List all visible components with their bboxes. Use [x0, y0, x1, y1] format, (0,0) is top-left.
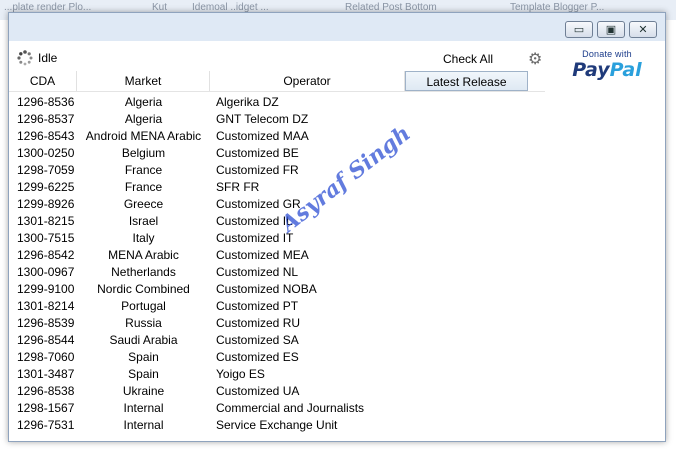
table-row[interactable]: 1296-8544 Saudi Arabia Customized SA [9, 332, 545, 349]
table-row[interactable]: 1298-7059 France Customized FR [9, 162, 545, 179]
cell-cda: 1296-8539 [17, 316, 75, 330]
cell-operator: Customized IT [216, 231, 294, 245]
cell-operator: Yoigo ES [216, 367, 265, 381]
paypal-logo: PayPal [572, 59, 642, 81]
cell-cda: 1300-0250 [17, 146, 75, 160]
table-header: CDA Market Operator Latest Release [9, 71, 545, 92]
table-row[interactable]: 1296-8543 Android MENA Arabic Customized M… [9, 128, 545, 145]
cell-market: Saudi Arabia [109, 333, 178, 347]
column-header-operator[interactable]: Operator [210, 71, 405, 91]
cell-cda: 1296-8542 [17, 248, 75, 262]
cell-market: Internal [123, 418, 164, 432]
table-row[interactable]: 1296-8536 Algeria Algerika DZ [9, 94, 545, 111]
table-row[interactable]: 1296-7531 Internal Service Exchange Unit [9, 417, 545, 434]
cell-cda: 1300-7515 [17, 231, 75, 245]
cell-market: Greece [123, 197, 164, 211]
cell-market: Netherlands [111, 265, 176, 279]
table-row[interactable]: 1296-8538 Ukraine Customized UA [9, 383, 545, 400]
cell-market: MENA Arabic [108, 248, 179, 262]
title-bar: ▭ ▣ ✕ [9, 13, 665, 41]
cell-cda: 1301-3487 [17, 367, 75, 381]
cell-market: Italy [132, 231, 155, 245]
table-row[interactable]: 1296-8542 MENA Arabic Customized MEA [9, 247, 545, 264]
cell-cda: 1298-7059 [17, 163, 75, 177]
cell-cda: 1299-8926 [17, 197, 75, 211]
cell-operator: Customized RU [216, 316, 301, 330]
minimize-icon: ▭ [573, 23, 585, 36]
cell-cda: 1296-7531 [17, 418, 75, 432]
cell-operator: Customized ES [216, 350, 299, 364]
cell-cda: 1296-8537 [17, 112, 75, 126]
cell-operator: Customized NL [216, 265, 299, 279]
table-row[interactable]: 1301-3487 Spain Yoigo ES [9, 366, 545, 383]
table-body: 1296-8536 Algeria Algerika DZ 1296-8537 Alge… [9, 94, 545, 434]
table-row[interactable]: 1299-8926 Greece Customized GR [9, 196, 545, 213]
column-header-market[interactable]: Market [77, 71, 210, 91]
cell-market: Nordic Combined [97, 282, 190, 296]
check-all-link[interactable]: Check All [443, 52, 493, 66]
cell-cda: 1299-9100 [17, 282, 75, 296]
cell-cda: 1296-8544 [17, 333, 75, 347]
column-header-cda[interactable]: CDA [9, 71, 77, 91]
status-label: Idle [38, 51, 58, 65]
cell-cda: 1298-7060 [17, 350, 75, 364]
cell-operator: Algerika DZ [216, 95, 279, 109]
table-row[interactable]: 1300-0967 Netherlands Customized NL [9, 264, 545, 281]
spinner-icon [17, 50, 33, 66]
cell-operator: Customized UA [216, 384, 300, 398]
table-row[interactable]: 1296-8537 Algeria GNT Telecom DZ [9, 111, 545, 128]
cell-market: Russia [125, 316, 162, 330]
close-button[interactable]: ✕ [629, 21, 657, 38]
minimize-button[interactable]: ▭ [565, 21, 593, 38]
cell-market: Israel [128, 214, 159, 228]
table-row[interactable]: 1299-6225 France SFR FR [9, 179, 545, 196]
cell-market: Internal [123, 401, 164, 415]
cell-market: France [124, 163, 163, 177]
cell-cda: 1298-1567 [17, 401, 75, 415]
table-row[interactable]: 1296-8539 Russia Customized RU [9, 315, 545, 332]
paypal-donate-button[interactable]: Donate with PayPal [562, 49, 652, 81]
cell-market: Spain [128, 367, 159, 381]
cell-operator: Customized SA [216, 333, 299, 347]
table-row[interactable]: 1298-1567 Internal Commercial and Journali… [9, 400, 545, 417]
cell-cda: 1296-8543 [17, 129, 75, 143]
cell-operator: Customized NOBA [216, 282, 317, 296]
cell-market: Algeria [124, 95, 163, 109]
cell-operator: Commercial and Journalists [216, 401, 365, 415]
cell-cda: 1296-8536 [17, 95, 75, 109]
cell-operator: GNT Telecom DZ [216, 112, 309, 126]
close-icon: ✕ [638, 23, 648, 36]
cell-market: Android MENA Arabic [85, 129, 202, 143]
cell-cda: 1296-8538 [17, 384, 75, 398]
cell-market: France [124, 180, 163, 194]
table-row[interactable]: 1301-8214 Portugal Customized PT [9, 298, 545, 315]
cell-market: Spain [128, 350, 159, 364]
cell-operator: Service Exchange Unit [216, 418, 338, 432]
cell-market: Algeria [124, 112, 163, 126]
column-header-latest-release[interactable]: Latest Release [405, 71, 528, 91]
table-row[interactable]: 1300-0250 Belgium Customized BE [9, 145, 545, 162]
cell-cda: 1301-8215 [17, 214, 75, 228]
gear-icon[interactable]: ⚙ [528, 49, 542, 68]
table-row[interactable]: 1300-7515 Italy Customized IT [9, 230, 545, 247]
cell-cda: 1300-0967 [17, 265, 75, 279]
table-row[interactable]: 1299-9100 Nordic Combined Customized NOBA [9, 281, 545, 298]
maximize-icon: ▣ [605, 23, 617, 36]
cell-operator: Customized PT [216, 299, 299, 313]
table-row[interactable]: 1298-7060 Spain Customized ES [9, 349, 545, 366]
cell-cda: 1299-6225 [17, 180, 75, 194]
cell-operator: Customized MEA [216, 248, 309, 262]
cell-cda: 1301-8214 [17, 299, 75, 313]
cell-market: Belgium [121, 146, 166, 160]
cell-market: Ukraine [122, 384, 165, 398]
donate-label: Donate with [582, 49, 632, 59]
cell-market: Portugal [121, 299, 166, 313]
maximize-button[interactable]: ▣ [597, 21, 625, 38]
app-window: ▭ ▣ ✕ Idle Check All ⚙ Donate with PayPa… [8, 12, 666, 442]
